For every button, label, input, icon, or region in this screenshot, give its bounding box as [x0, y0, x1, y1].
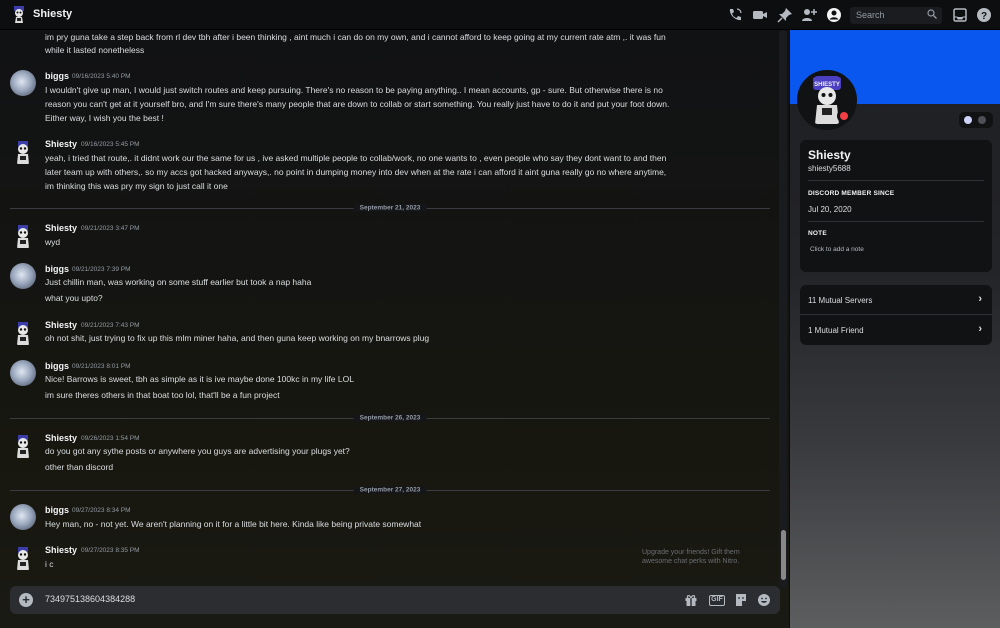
date-divider-label: September 21, 2023 [353, 204, 427, 212]
avatar[interactable] [10, 433, 36, 459]
profile-display-name: Shiesty [808, 148, 851, 162]
message-line: later team up with others,. so my accs g… [45, 167, 667, 177]
message-input[interactable]: 734975138604384288 [45, 594, 135, 604]
chevron-right-icon: › [978, 323, 982, 335]
avatar[interactable] [10, 70, 36, 96]
phone-call-icon[interactable] [727, 7, 743, 23]
mutual-servers-label: 11 Mutual Servers [808, 296, 873, 305]
search-input[interactable]: Search [850, 7, 942, 24]
search-icon [927, 9, 937, 22]
video-icon[interactable] [752, 7, 768, 23]
mutuals-card: 11 Mutual Servers › 1 Mutual Friend › [800, 285, 992, 345]
avatar[interactable] [10, 504, 36, 530]
profile-badges [959, 112, 993, 128]
message-line: yeah, i tried that route,. it didnt work… [45, 153, 667, 163]
message-line: im pry guna take a step back from rl dev… [45, 32, 666, 42]
message-line: Just chillin man, was working on some st… [45, 277, 312, 287]
date-divider: September 26, 2023 [10, 414, 770, 422]
avatar[interactable] [10, 360, 36, 386]
timestamp: 09/27/2023 8:34 PM [72, 507, 131, 514]
member-since-label: DISCORD MEMBER SINCE [808, 190, 895, 197]
message-line: wyd [45, 237, 61, 247]
profile-icon[interactable] [826, 7, 842, 23]
author-name[interactable]: Shiesty [45, 139, 77, 149]
title-bar: Shiesty Search ? [0, 0, 1000, 30]
badge-icon[interactable] [978, 116, 986, 124]
profile-card: Shiesty shiesty5688 DISCORD MEMBER SINCE… [800, 140, 992, 272]
author-name[interactable]: biggs [45, 264, 69, 274]
mutual-friends-row[interactable]: 1 Mutual Friend › [800, 315, 992, 345]
date-divider: September 27, 2023 [10, 486, 770, 494]
profile-username: shiesty5688 [808, 164, 851, 173]
message-line: I wouldn't give up man, I would just swi… [45, 85, 663, 95]
author-name[interactable]: biggs [45, 71, 69, 81]
avatar[interactable] [10, 223, 36, 249]
avatar[interactable] [10, 320, 36, 346]
message-line: im thinking this was pry my sign to just… [45, 181, 228, 191]
message-line: reason you can't get at it yourself bro,… [45, 99, 670, 109]
message-line: other than discord [45, 462, 114, 472]
member-since-date: Jul 20, 2020 [808, 205, 852, 214]
channel-title: Shiesty [33, 8, 73, 20]
sticker-icon[interactable] [734, 593, 748, 607]
message-line: do you got any sythe posts or anywhere y… [45, 446, 350, 456]
date-divider: September 21, 2023 [10, 204, 770, 212]
date-divider-label: September 27, 2023 [353, 486, 427, 494]
svg-text:?: ? [981, 11, 987, 22]
message-line: Either way, I wish you the best ! [45, 113, 164, 123]
message-line: oh not shit, just trying to fix up this … [45, 333, 430, 343]
author-name[interactable]: Shiesty [45, 545, 77, 555]
message-list[interactable]: im pry guna take a step back from rl dev… [0, 30, 789, 628]
message-line: i c [45, 559, 54, 569]
date-divider-label: September 26, 2023 [353, 414, 427, 422]
dnd-status-icon [837, 109, 851, 123]
help-icon[interactable]: ? [976, 7, 992, 23]
nitro-gift-hint: Upgrade your friends! Gift them awesome … [642, 549, 740, 565]
timestamp: 09/21/2023 3:47 PM [81, 225, 140, 232]
author-name[interactable]: biggs [45, 361, 69, 371]
avatar[interactable] [10, 545, 36, 571]
divider [808, 180, 984, 181]
mutual-friends-label: 1 Mutual Friend [808, 326, 864, 335]
author-name[interactable]: Shiesty [45, 223, 77, 233]
author-name[interactable]: Shiesty [45, 320, 77, 330]
avatar[interactable] [10, 263, 36, 289]
add-friend-icon[interactable] [801, 7, 817, 23]
avatar[interactable] [10, 139, 36, 165]
search-placeholder: Search [856, 10, 885, 20]
message-line: while it lasted nonetheless [45, 45, 145, 55]
timestamp: 09/16/2023 5:45 PM [81, 141, 140, 148]
message-line: im sure theres others in that boat too l… [45, 390, 280, 400]
badge-icon[interactable] [964, 116, 972, 124]
timestamp: 09/26/2023 1:54 PM [81, 435, 140, 442]
author-name[interactable]: biggs [45, 505, 69, 515]
message-line: what you upto? [45, 293, 103, 303]
timestamp: 09/27/2023 8:35 PM [81, 547, 140, 554]
mutual-servers-row[interactable]: 11 Mutual Servers › [800, 285, 992, 315]
emoji-icon[interactable] [757, 593, 771, 607]
message-composer[interactable]: + 734975138604384288 GIF [10, 586, 780, 614]
timestamp: 09/21/2023 7:43 PM [81, 322, 140, 329]
scrollbar-track[interactable] [779, 30, 787, 588]
author-name[interactable]: Shiesty [45, 433, 77, 443]
gif-button[interactable]: GIF [709, 595, 725, 606]
pin-icon[interactable] [777, 7, 793, 23]
note-label: NOTE [808, 230, 827, 237]
note-input[interactable]: Click to add a note [810, 246, 864, 253]
add-attachment-button[interactable]: + [19, 593, 33, 607]
chevron-right-icon: › [978, 293, 982, 305]
scrollbar-thumb[interactable] [781, 530, 786, 580]
user-avatar-icon [14, 6, 24, 23]
message-line: Nice! Barrows is sweet, tbh as simple as… [45, 374, 354, 384]
inbox-icon[interactable] [952, 7, 968, 23]
gift-icon[interactable] [684, 593, 698, 607]
user-profile-panel: SHIESTY Shiesty shiesty5688 DISCORD MEMB… [789, 30, 1000, 628]
message-line: Hey man, no - not yet. We aren't plannin… [45, 519, 422, 529]
timestamp: 09/21/2023 7:39 PM [72, 266, 131, 273]
timestamp: 09/21/2023 8:01 PM [72, 363, 131, 370]
timestamp: 09/16/2023 5:40 PM [72, 73, 131, 80]
divider [808, 221, 984, 222]
